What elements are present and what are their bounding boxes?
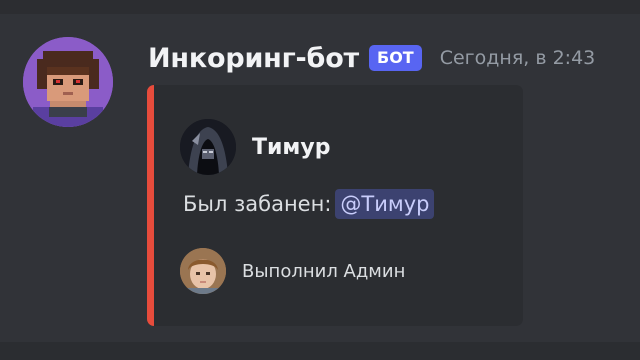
embed-footer-avatar (180, 248, 226, 294)
embed-footer-text: Выполнил Админ (242, 260, 406, 282)
embed-author: Тимур (180, 119, 331, 175)
next-message-edge (0, 342, 640, 360)
dark-hooded-avatar-icon (180, 119, 236, 175)
bot-avatar[interactable] (23, 37, 113, 127)
ban-text: Был забанен: (183, 192, 332, 216)
message-embed: Тимур Был забанен: @Тимур Выполнил Админ (147, 85, 523, 326)
embed-author-name[interactable]: Тимур (252, 135, 331, 160)
author-name[interactable]: Инкоринг-бот (148, 43, 359, 74)
embed-accent-bar (147, 85, 154, 326)
embed-author-avatar (180, 119, 236, 175)
pixel-art-avatar-icon (23, 37, 113, 127)
message-timestamp: Сегодня, в 2:43 (439, 47, 596, 69)
user-mention[interactable]: @Тимур (335, 189, 435, 219)
bot-badge: БОТ (369, 45, 422, 71)
child-photo-avatar-icon (180, 248, 226, 294)
embed-footer: Выполнил Админ (180, 248, 405, 294)
message-header: Инкоринг-бот БОТ Сегодня, в 2:43 (148, 38, 595, 78)
chat-message: Инкоринг-бот БОТ Сегодня, в 2:43 Тимур Б… (0, 14, 640, 342)
embed-description: Был забанен: @Тимур (183, 189, 435, 219)
previous-message-edge (0, 0, 640, 14)
